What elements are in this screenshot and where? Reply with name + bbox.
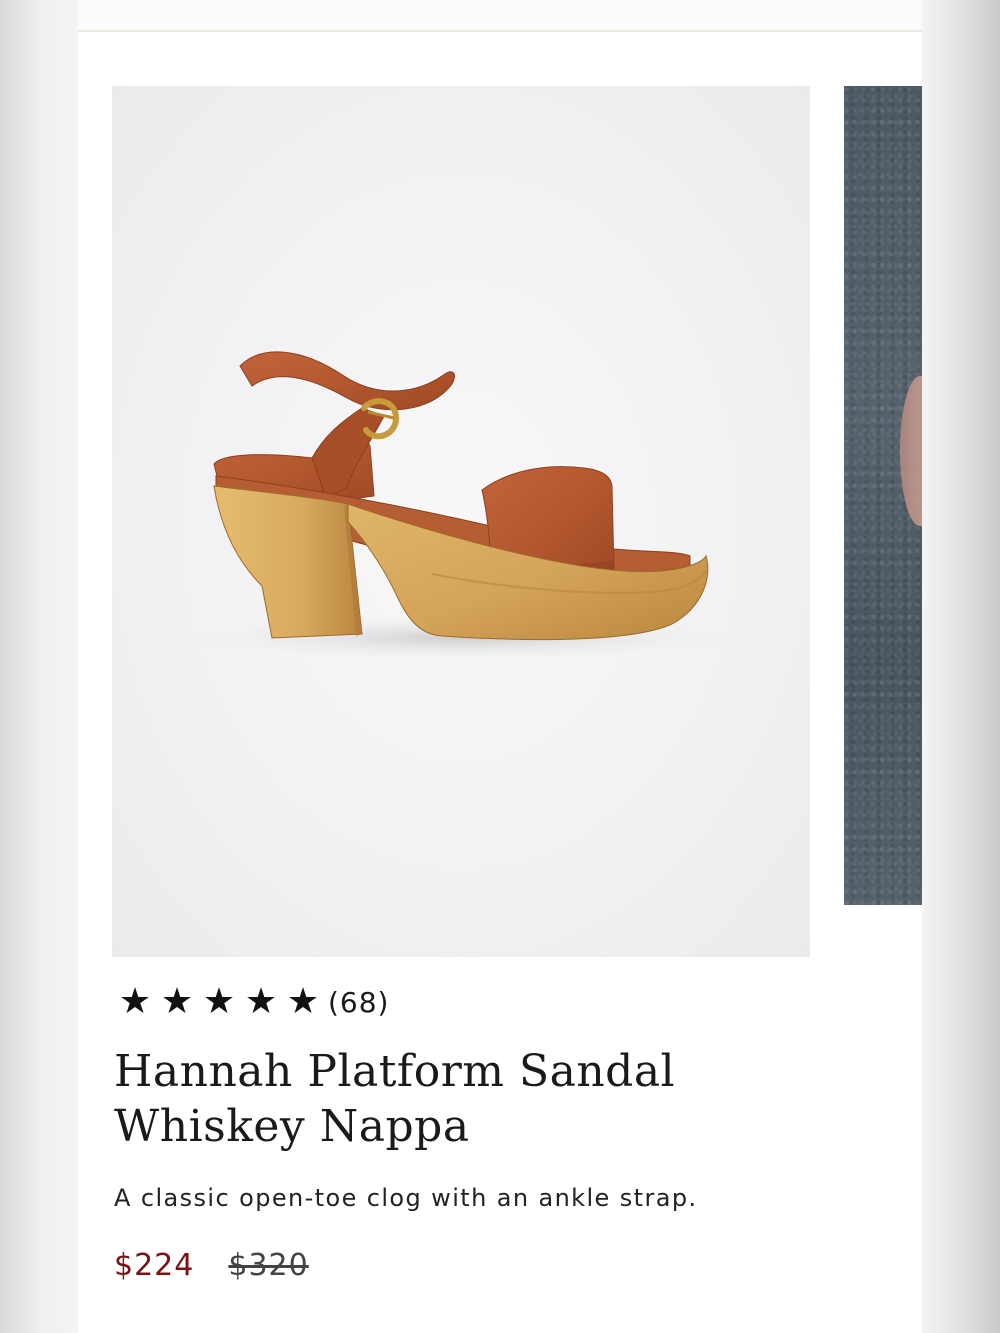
product-page: ★ ★ ★ ★ ★ (68) Hannah Platform Sandal Wh…: [78, 0, 922, 1333]
next-product-image[interactable]: [844, 86, 922, 905]
star-icon: ★: [160, 981, 194, 1022]
rating-stars: ★ ★ ★ ★ ★: [114, 982, 324, 1022]
star-icon: ★: [118, 981, 152, 1022]
product-prices: $224 $320: [114, 1248, 309, 1283]
star-icon: ★: [286, 981, 320, 1022]
product-name[interactable]: Hannah Platform Sandal: [114, 1044, 814, 1099]
product-rating[interactable]: ★ ★ ★ ★ ★ (68): [114, 982, 389, 1022]
product-image[interactable]: [112, 86, 810, 957]
sandal-illustration: [192, 351, 732, 660]
sale-price: $224: [114, 1248, 195, 1283]
star-icon: ★: [244, 981, 278, 1022]
product-description: A classic open-toe clog with an ankle st…: [114, 1184, 698, 1212]
star-icon: ★: [202, 981, 236, 1022]
product-title[interactable]: Hannah Platform Sandal Whiskey Nappa: [114, 1044, 814, 1154]
original-price: $320: [228, 1248, 309, 1283]
top-bar: [78, 0, 922, 32]
review-count[interactable]: (68): [328, 986, 389, 1019]
product-variant[interactable]: Whiskey Nappa: [114, 1099, 814, 1154]
